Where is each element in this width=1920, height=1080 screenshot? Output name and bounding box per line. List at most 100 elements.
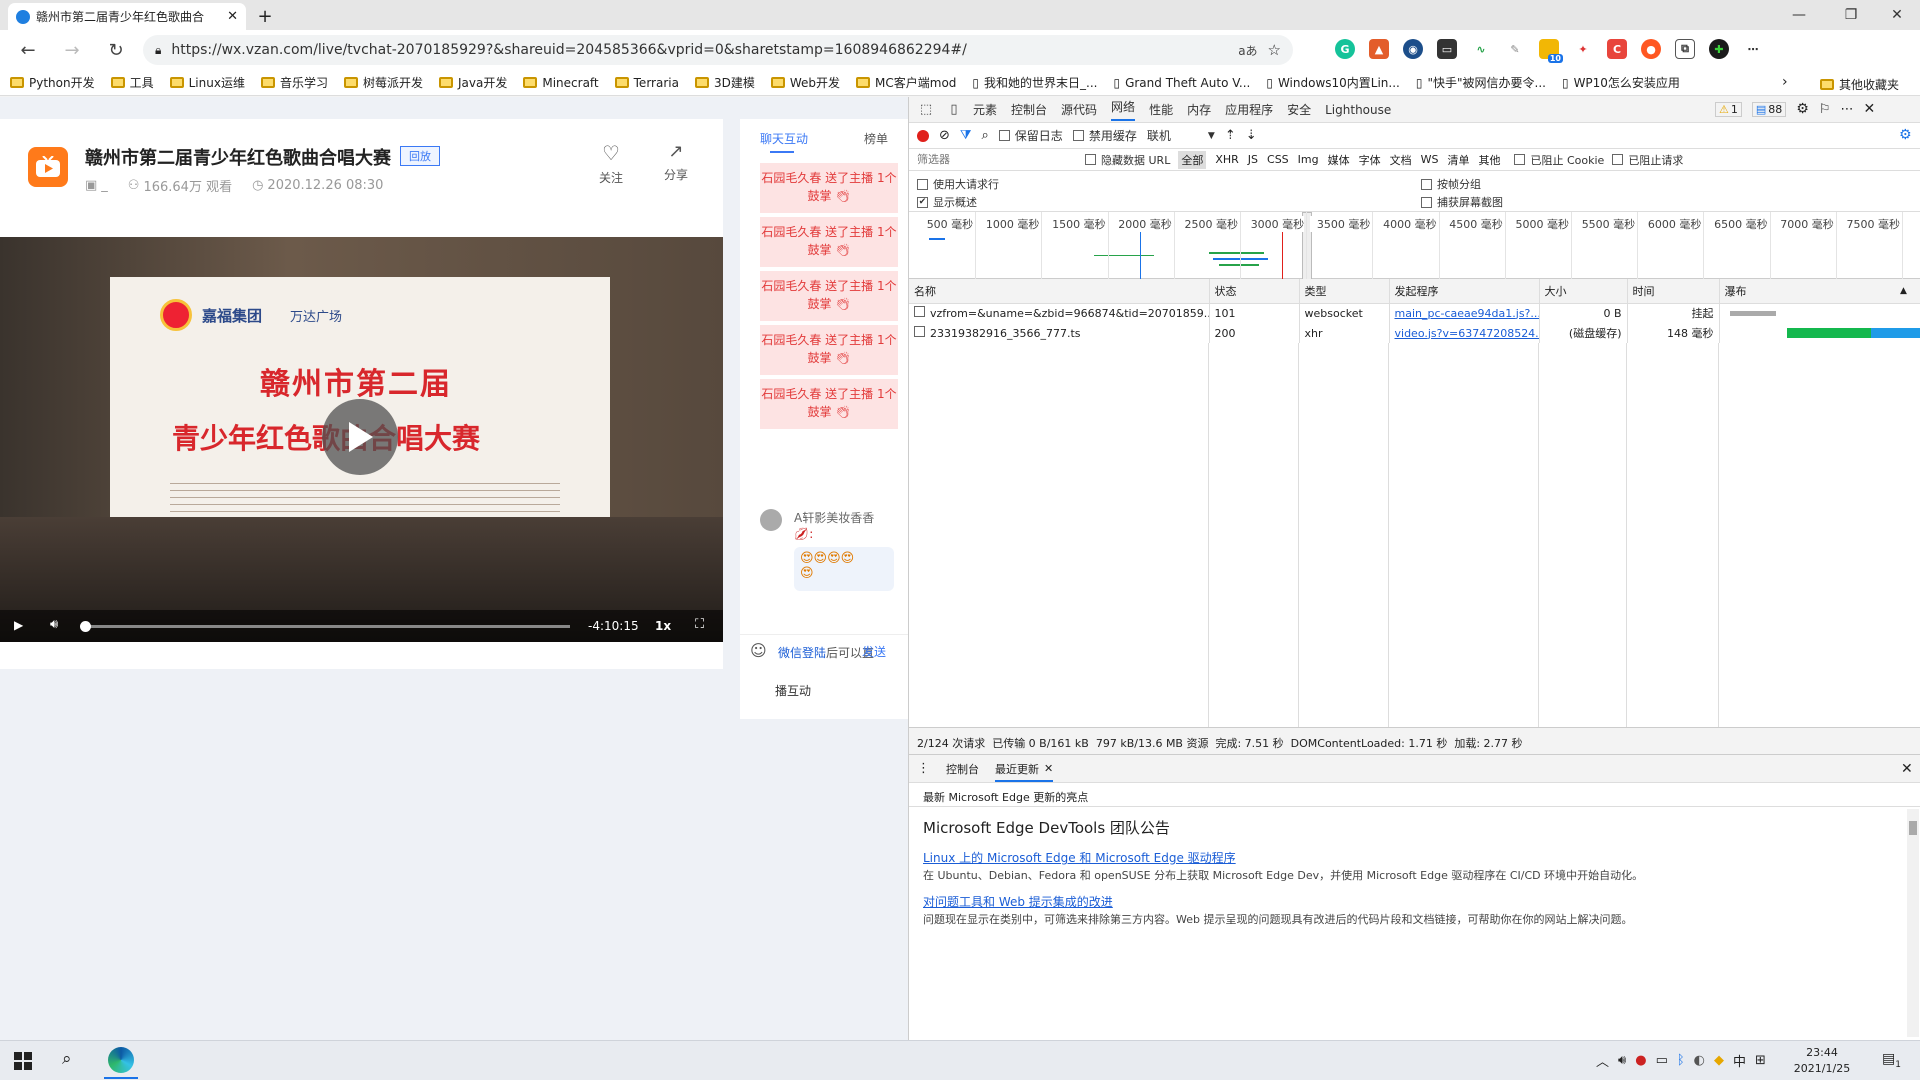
browser-tab[interactable]: 赣州市第二届青少年红色歌曲合 ✕ bbox=[8, 3, 246, 30]
preserve-log-checkbox[interactable]: 保留日志 bbox=[998, 127, 1063, 144]
address-bar[interactable]: 🔒︎ https://wx.vzan.com/live/tvchat-20701… bbox=[143, 35, 1293, 65]
import-har-icon[interactable]: ⇡ bbox=[1225, 128, 1236, 143]
play-overlay-button[interactable] bbox=[322, 399, 398, 475]
play-button[interactable]: ▶ bbox=[14, 618, 23, 632]
bookmark-item[interactable]: 工具 bbox=[110, 74, 154, 91]
show-hidden-icons-icon[interactable]: ︿ bbox=[1596, 1051, 1609, 1070]
column-header[interactable]: 状态 bbox=[1209, 279, 1300, 304]
capture-screenshots-checkbox[interactable]: 捕获屏幕截图 bbox=[1421, 194, 1503, 210]
bookmark-item[interactable]: Terraria bbox=[614, 76, 679, 90]
filter-icon[interactable]: ⧩ bbox=[960, 128, 972, 143]
feedback-icon[interactable]: ⚐ bbox=[1819, 102, 1831, 117]
windows-start-icon[interactable] bbox=[14, 1052, 32, 1070]
devtools-tab[interactable]: 安全 bbox=[1287, 101, 1311, 118]
type-filter-button[interactable]: JS bbox=[1248, 153, 1258, 166]
app-tray-icon-2[interactable]: ◆ bbox=[1714, 1053, 1724, 1068]
follow-button[interactable]: ♡ 关注 bbox=[591, 141, 631, 186]
search-taskbar-icon[interactable]: ⌕ bbox=[62, 1049, 72, 1069]
type-filter-button[interactable]: 媒体 bbox=[1328, 152, 1350, 168]
video-player[interactable]: 嘉福集团 万达广场 赣州市第二届 青少年红色歌曲合唱大赛 ▶ 🔊︎ -4:10:… bbox=[0, 237, 723, 642]
new-tab-button[interactable]: + bbox=[252, 3, 278, 29]
record-icon[interactable] bbox=[917, 129, 929, 142]
bookmark-item[interactable]: ▯ WP10怎么安装应用 bbox=[1562, 74, 1680, 91]
table-row[interactable]: 23319382916_3566_777.ts 200 xhr video.js?v=… bbox=[909, 323, 1920, 343]
send-button[interactable]: 发送 bbox=[862, 643, 886, 660]
show-overview-checkbox[interactable]: ✔ 显示概述 bbox=[917, 194, 977, 210]
notification-center-icon[interactable]: ▤1 bbox=[1882, 1051, 1901, 1070]
bookmark-item[interactable]: Python开发 bbox=[10, 74, 95, 91]
hide-data-url-checkbox[interactable]: 隐藏数据 URL bbox=[1085, 152, 1170, 168]
bookmark-item[interactable]: MC客户端mod bbox=[856, 74, 956, 91]
column-header[interactable]: 类型 bbox=[1299, 279, 1390, 304]
drawer-tab[interactable]: 最近更新 ✕ bbox=[995, 761, 1054, 782]
bluetooth-tray-icon[interactable]: ᛒ bbox=[1677, 1053, 1685, 1068]
blocked-cookies-checkbox[interactable]: 已阻止 Cookie bbox=[1514, 152, 1604, 168]
filter-input[interactable] bbox=[917, 153, 1077, 166]
extension-badge-icon[interactable]: 10 bbox=[1539, 39, 1563, 63]
cell-initiator[interactable]: main_pc-caeae94da1.js?... bbox=[1389, 303, 1540, 323]
network-tray-icon[interactable]: ▭ bbox=[1656, 1053, 1668, 1068]
type-filter-button[interactable]: 全部 bbox=[1178, 150, 1207, 169]
volume-icon[interactable]: 🔊︎ bbox=[50, 617, 58, 632]
device-emulation-icon[interactable]: ▯ bbox=[945, 101, 963, 119]
close-tab-icon[interactable]: ✕ bbox=[227, 9, 238, 24]
bookmark-item[interactable]: 音乐学习 bbox=[260, 74, 328, 91]
keyboard-layout-icon[interactable]: ⊞ bbox=[1755, 1053, 1766, 1068]
devtools-tab[interactable]: 源代码 bbox=[1061, 101, 1097, 118]
column-header[interactable]: 瀑布 bbox=[1719, 279, 1920, 304]
cell-initiator[interactable]: video.js?v=63747208524... bbox=[1389, 323, 1540, 343]
ime-indicator[interactable]: 中 bbox=[1733, 1051, 1746, 1070]
volume-tray-icon[interactable]: 🔊︎ bbox=[1618, 1053, 1626, 1068]
column-header[interactable]: 发起程序 bbox=[1389, 279, 1540, 304]
extension-feather-icon[interactable]: ✎ bbox=[1505, 39, 1525, 59]
maximize-button[interactable]: ❐ bbox=[1828, 0, 1874, 30]
large-rows-checkbox[interactable]: 使用大请求行 bbox=[917, 176, 999, 192]
column-header[interactable]: 大小 bbox=[1539, 279, 1628, 304]
type-filter-button[interactable]: Img bbox=[1298, 153, 1319, 166]
bookmark-item[interactable]: ▯ Grand Theft Auto V... bbox=[1113, 76, 1250, 90]
close-window-button[interactable]: ✕ bbox=[1874, 0, 1920, 30]
devtools-tab[interactable]: 网络 bbox=[1111, 98, 1136, 121]
blocked-requests-checkbox[interactable]: 已阻止请求 bbox=[1612, 152, 1683, 168]
bookmark-item[interactable]: ▯ 我和她的世界末日_... bbox=[972, 74, 1097, 91]
group-by-frame-checkbox[interactable]: 按帧分组 bbox=[1421, 176, 1481, 192]
extension-wave-icon[interactable]: ∿ bbox=[1471, 39, 1491, 59]
wechat-login-link[interactable]: 微信登陆 bbox=[778, 646, 826, 660]
extension-orange-icon[interactable]: ● bbox=[1641, 39, 1661, 59]
extension-globe-icon[interactable]: ◉ bbox=[1403, 39, 1423, 59]
messages-badge[interactable]: ▤ 88 bbox=[1751, 101, 1787, 117]
clear-icon[interactable]: ⊘ bbox=[939, 128, 950, 143]
grammarly-icon[interactable]: G bbox=[1335, 39, 1355, 59]
clock[interactable]: 23:44 2021/1/25 bbox=[1790, 1045, 1854, 1077]
column-header[interactable]: 时间 bbox=[1627, 279, 1720, 304]
other-bookmarks[interactable]: 其他收藏夹 bbox=[1820, 76, 1899, 93]
extension-lock-icon[interactable]: ▲ bbox=[1369, 39, 1389, 59]
progress-handle[interactable] bbox=[80, 621, 91, 632]
drawer-scrollbar[interactable] bbox=[1907, 809, 1919, 1037]
minimize-button[interactable]: — bbox=[1776, 0, 1822, 30]
type-filter-button[interactable]: 其他 bbox=[1478, 152, 1500, 168]
table-row[interactable]: vzfrom=&uname=&zbid=966874&tid=20701859.… bbox=[909, 303, 1920, 323]
news-title-link[interactable]: 对问题工具和 Web 提示集成的改进 bbox=[923, 893, 1113, 910]
devtools-tab[interactable]: 内存 bbox=[1187, 101, 1211, 118]
devtools-tab[interactable]: 应用程序 bbox=[1225, 101, 1273, 118]
news-title-link[interactable]: Linux 上的 Microsoft Edge 和 Microsoft Edge… bbox=[923, 849, 1236, 866]
type-filter-button[interactable]: CSS bbox=[1267, 153, 1289, 166]
disable-cache-checkbox[interactable]: 禁用缓存 bbox=[1072, 127, 1137, 144]
favorite-star-icon[interactable]: ☆ bbox=[1268, 41, 1281, 59]
devtools-tab[interactable]: 控制台 bbox=[1011, 101, 1047, 118]
warnings-badge[interactable]: ⚠ 1 bbox=[1715, 101, 1742, 117]
close-drawer-tab-icon[interactable]: ✕ bbox=[1044, 762, 1053, 775]
bookmark-item[interactable]: 树莓派开发 bbox=[343, 74, 423, 91]
qq-tray-icon[interactable]: ● bbox=[1635, 1053, 1646, 1068]
read-aloud-icon[interactable]: aあ bbox=[1238, 42, 1257, 59]
extension-c-icon[interactable]: C bbox=[1607, 39, 1627, 59]
inspect-element-icon[interactable]: ⬚ bbox=[917, 101, 935, 119]
speed-button[interactable]: 1x bbox=[655, 619, 671, 633]
type-filter-button[interactable]: 清单 bbox=[1447, 152, 1469, 168]
profile-avatar[interactable]: ✚ bbox=[1709, 39, 1729, 59]
devtools-tab[interactable]: 元素 bbox=[973, 101, 997, 118]
forward-button[interactable]: → bbox=[58, 36, 86, 64]
devtools-close-icon[interactable]: ✕ bbox=[1864, 101, 1876, 117]
bookmarks-overflow-chevron-icon[interactable]: › bbox=[1782, 74, 1788, 90]
